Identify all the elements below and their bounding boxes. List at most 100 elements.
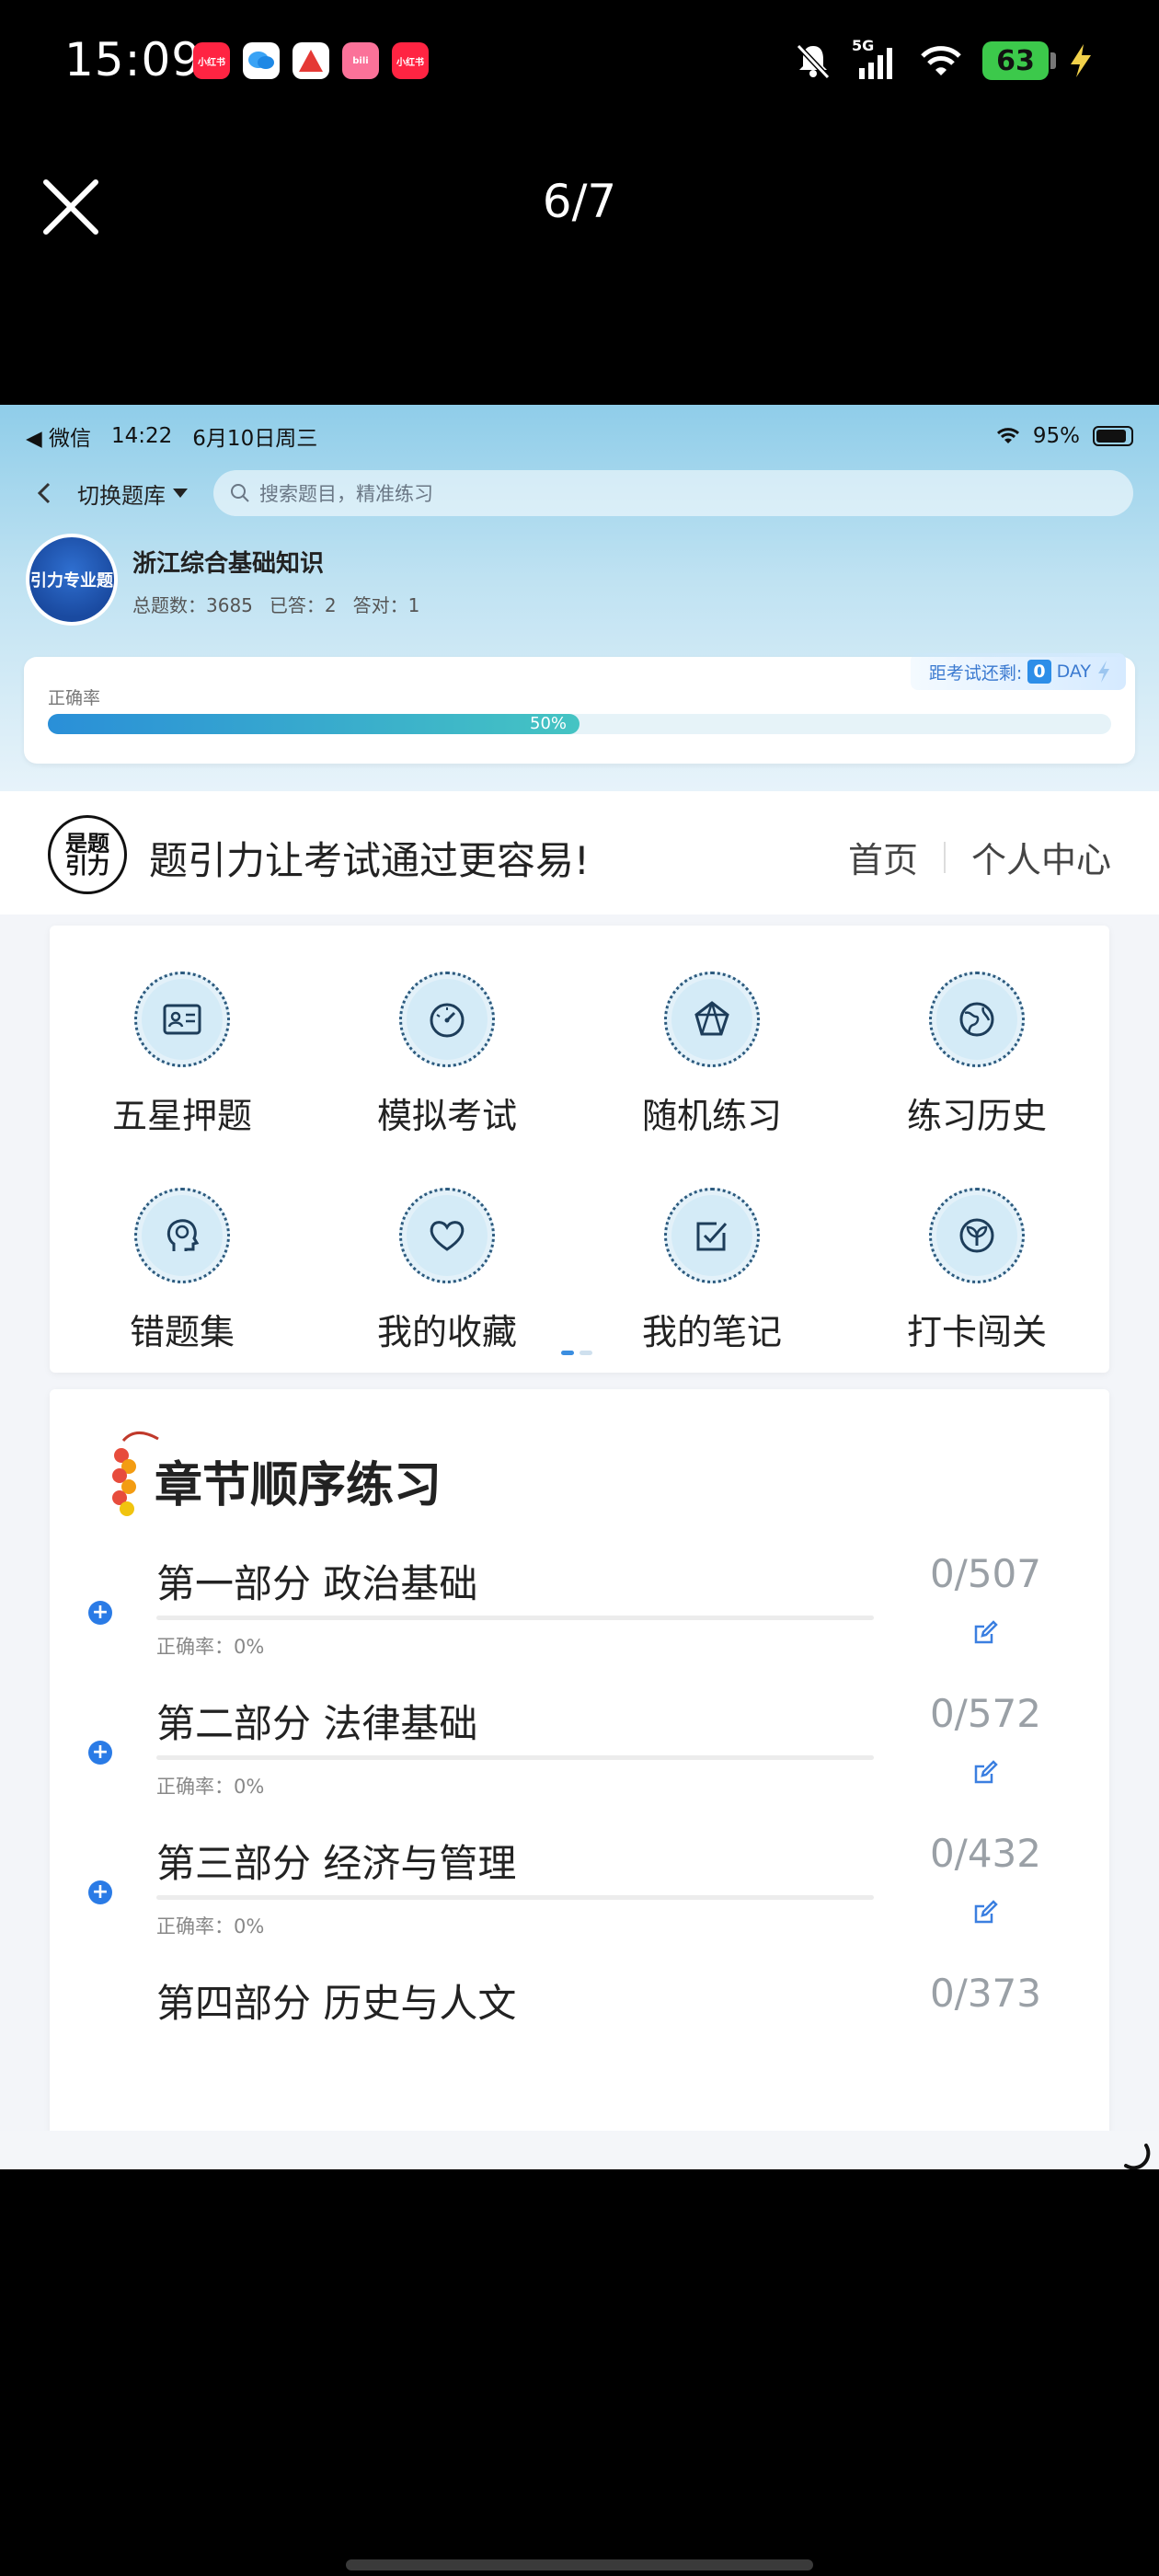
countdown-days: 0 [1027,660,1051,684]
menu-label: 我的笔记 [641,1312,782,1352]
messages-icon [243,42,280,79]
phone-status-indicators: 5G 63 [793,37,1095,81]
switch-bank-dropdown[interactable]: 切换题库 [77,477,188,510]
edit-icon[interactable] [971,1759,999,1787]
expand-plus-icon[interactable]: + [88,1880,112,1904]
charging-icon [1071,44,1091,77]
heart-icon [430,1221,465,1251]
chapter-title: 第四部分 历史与人文 [156,1981,517,2026]
checkbox-note-icon [696,1222,728,1251]
signal-indicator: 5G [852,37,900,81]
search-icon [231,484,249,502]
expand-plus-icon[interactable]: + [88,1741,112,1765]
bank-logo: 引力专业题 [26,534,118,626]
firecracker-icon [112,1432,159,1516]
answered-count: 已答：2 [269,594,337,616]
chapter-count: 0/373 [929,1971,1041,2016]
menu-item-wrong-questions[interactable]: 错题集 [50,1188,315,1354]
back-button[interactable] [26,475,63,512]
back-to-app-label: ◀ 微信 [26,427,91,451]
chapter-practice-card: 章节顺序练习 + 第一部分 政治基础 正确率：0% 0/507 + 第二部分 法… [50,1389,1109,2169]
nav-profile-link[interactable]: 个人中心 [971,832,1111,882]
chapter-progress-track [156,1616,874,1620]
chapter-accuracy: 正确率：0% [156,1915,265,1938]
expand-plus-icon[interactable]: + [88,1601,112,1625]
chapter-title: 第三部分 经济与管理 [156,1841,517,1886]
menu-item-random-practice[interactable]: 随机练习 [580,972,844,1138]
phone-status-bar: 15:09 小红书 bili 小红书 5G 63 [0,0,1159,129]
carousel-dot[interactable] [580,1351,592,1355]
site-logo-text: 是题 引力 [65,831,109,879]
mute-icon [796,43,831,80]
viewed-image[interactable]: ◀ 微信 14:22 6月10日周三 95% 切换题库 搜索题目，精准练习 引力… [0,405,1159,2169]
edit-icon[interactable] [971,1899,999,1926]
random-shape-icon [694,1001,729,1036]
chapter-title: 第二部分 法律基础 [156,1701,478,1746]
site-logo[interactable]: 是题 引力 [48,815,127,894]
menu-label: 五星押题 [111,1096,252,1136]
question-bank-info: 引力专业题 浙江综合基础知识 总题数：3685 已答：2 答对：1 [26,534,1133,635]
battery-icon [1093,426,1133,446]
menu-item-notes[interactable]: 我的笔记 [580,1188,844,1354]
head-brain-icon [166,1219,200,1251]
chapter-progress-track [156,1895,874,1900]
carousel-dot-active[interactable] [561,1351,574,1355]
top-navbar: 切换题库 搜索题目，精准练习 [26,467,1133,519]
menu-item-history[interactable]: 练习历史 [844,972,1109,1138]
menu-item-checkin[interactable]: 打卡闯关 [844,1188,1109,1354]
network-type: 5G [852,37,875,54]
ipad-status-bar: ◀ 微信 14:22 6月10日周三 95% [26,418,1133,454]
menu-item-mock-exam[interactable]: 模拟考试 [315,972,580,1138]
site-slogan: 题引力让考试通过更容易! [149,838,590,883]
app-header-gradient: ◀ 微信 14:22 6月10日周三 95% 切换题库 搜索题目，精准练习 引力… [0,405,1159,791]
image-counter: 6/7 [542,175,617,228]
chapter-accuracy: 正确率：0% [156,1776,265,1798]
carousel-dots[interactable] [561,1351,592,1355]
edit-icon[interactable] [971,1619,999,1647]
adobe-icon [293,42,329,79]
menu-item-favorites[interactable]: 我的收藏 [315,1188,580,1354]
bank-name: 浙江综合基础知识 [132,550,325,578]
bank-stats: 总题数：3685 已答：2 答对：1 [132,591,419,617]
id-card-icon [163,1004,201,1035]
site-nav: 首页 个人中心 [848,832,1111,882]
speedometer-icon [430,1003,465,1038]
home-indicator[interactable] [346,2559,813,2570]
menu-label: 错题集 [129,1312,235,1352]
chapter-title: 第一部分 政治基础 [156,1561,478,1606]
menu-label: 模拟考试 [376,1096,517,1136]
wifi-icon [996,428,1019,443]
search-placeholder: 搜索题目，精准练习 [259,483,433,505]
image-viewer-header: 6/7 [0,156,1159,258]
chapter-row[interactable]: + 第三部分 经济与管理 正确率：0% 0/432 [50,1816,1109,1956]
globe-icon [959,1002,994,1037]
feature-grid: 五星押题 模拟考试 随机练习 练习历史 错题集 我的收藏 我的笔记 打卡闯关 [50,972,1109,1354]
chapter-count: 0/507 [929,1551,1041,1596]
battery-indicator: 63 [982,41,1056,80]
ipad-date: 6月10日周三 [192,427,318,451]
chapter-progress-track [156,1755,874,1760]
switch-bank-label: 切换题库 [77,482,166,509]
chapter-section-title: 章节顺序练习 [155,1458,442,1513]
site-header: 是题 引力 题引力让考试通过更容易! 首页 个人中心 [0,791,1159,914]
notification-app-icons: 小红书 bili 小红书 [193,42,429,79]
chapter-row[interactable]: + 第二部分 法律基础 正确率：0% 0/572 [50,1676,1109,1816]
accuracy-percent: 50% [530,714,568,733]
nav-divider [943,841,946,873]
xiaohongshu-icon: 小红书 [392,42,429,79]
chapter-count: 0/572 [929,1691,1041,1736]
accuracy-label: 正确率 [48,688,101,708]
sprout-icon [959,1218,994,1253]
exam-countdown: 距考试还剩: 0 DAY [910,653,1126,690]
chapter-count: 0/432 [929,1831,1041,1876]
ipad-battery-text: 95% [1032,424,1080,448]
menu-label: 我的收藏 [376,1312,517,1352]
accuracy-progress-fill [48,714,580,734]
menu-item-five-star[interactable]: 五星押题 [50,972,315,1138]
chapter-row[interactable]: 第四部分 历史与人文 0/373 [50,1956,1109,2096]
nav-home-link[interactable]: 首页 [848,832,918,882]
caret-down-icon [173,489,188,498]
chapter-accuracy: 正确率：0% [156,1636,265,1658]
search-input[interactable]: 搜索题目，精准练习 [213,470,1133,516]
chapter-row[interactable]: + 第一部分 政治基础 正确率：0% 0/507 [50,1536,1109,1676]
